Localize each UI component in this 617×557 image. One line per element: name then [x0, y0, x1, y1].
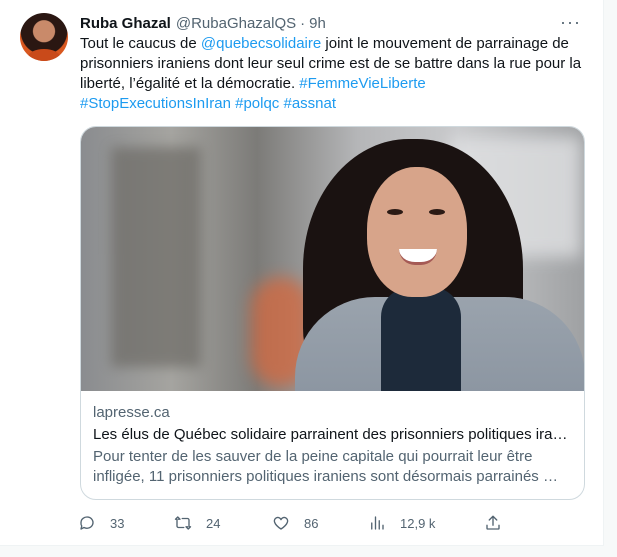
like-count: 86 — [304, 515, 319, 531]
reply-icon — [80, 516, 94, 530]
tweet-header: Ruba Ghazal @RubaGhazalQS · 9h ··· — [80, 13, 583, 33]
like-button[interactable]: 86 — [272, 512, 318, 534]
tweet-timestamp[interactable]: 9h — [309, 15, 326, 32]
link-preview-card[interactable]: lapresse.ca Les élus de Québec solidaire… — [80, 126, 585, 500]
retweet-count: 24 — [206, 515, 221, 531]
reply-button[interactable]: 33 — [78, 512, 124, 534]
views-count: 12,9 k — [400, 515, 436, 531]
author-name[interactable]: Ruba Ghazal — [80, 15, 171, 32]
more-icon[interactable]: ··· — [560, 13, 581, 31]
article-photo — [81, 127, 584, 391]
tweet-text: Tout le caucus de @quebecsolidaire joint… — [80, 34, 586, 114]
card-description: Pour tenter de les sauver de la peine ca… — [93, 448, 558, 485]
tweet-card[interactable]: Ruba Ghazal @RubaGhazalQS · 9h ··· Tout … — [0, 0, 604, 546]
retweet-icon — [174, 516, 192, 530]
card-domain: lapresse.ca — [93, 404, 170, 421]
share-icon — [486, 515, 500, 530]
reply-count: 33 — [110, 515, 125, 531]
hashtag-link[interactable]: #polqc — [235, 95, 279, 112]
like-icon — [273, 516, 289, 530]
author-handle[interactable]: @RubaGhazalQS — [176, 15, 296, 32]
views-button[interactable]: 12,9 k — [368, 512, 435, 534]
hashtag-link[interactable]: #StopExecutionsInIran — [80, 95, 231, 112]
action-bar: 33 24 86 12,9 k — [78, 512, 500, 534]
views-icon — [371, 516, 384, 530]
retweet-button[interactable]: 24 — [174, 512, 220, 534]
separator-dot: · — [300, 14, 306, 32]
hashtag-link[interactable]: #FemmeVieLiberte — [299, 75, 425, 92]
tweet-text-part: Tout le caucus de — [80, 35, 201, 52]
card-title: Les élus de Québec solidaire parrainent … — [93, 426, 572, 443]
share-button[interactable] — [484, 512, 502, 534]
mention-link[interactable]: @quebecsolidaire — [201, 35, 321, 52]
author-avatar[interactable] — [20, 13, 68, 61]
hashtag-link[interactable]: #assnat — [283, 95, 336, 112]
